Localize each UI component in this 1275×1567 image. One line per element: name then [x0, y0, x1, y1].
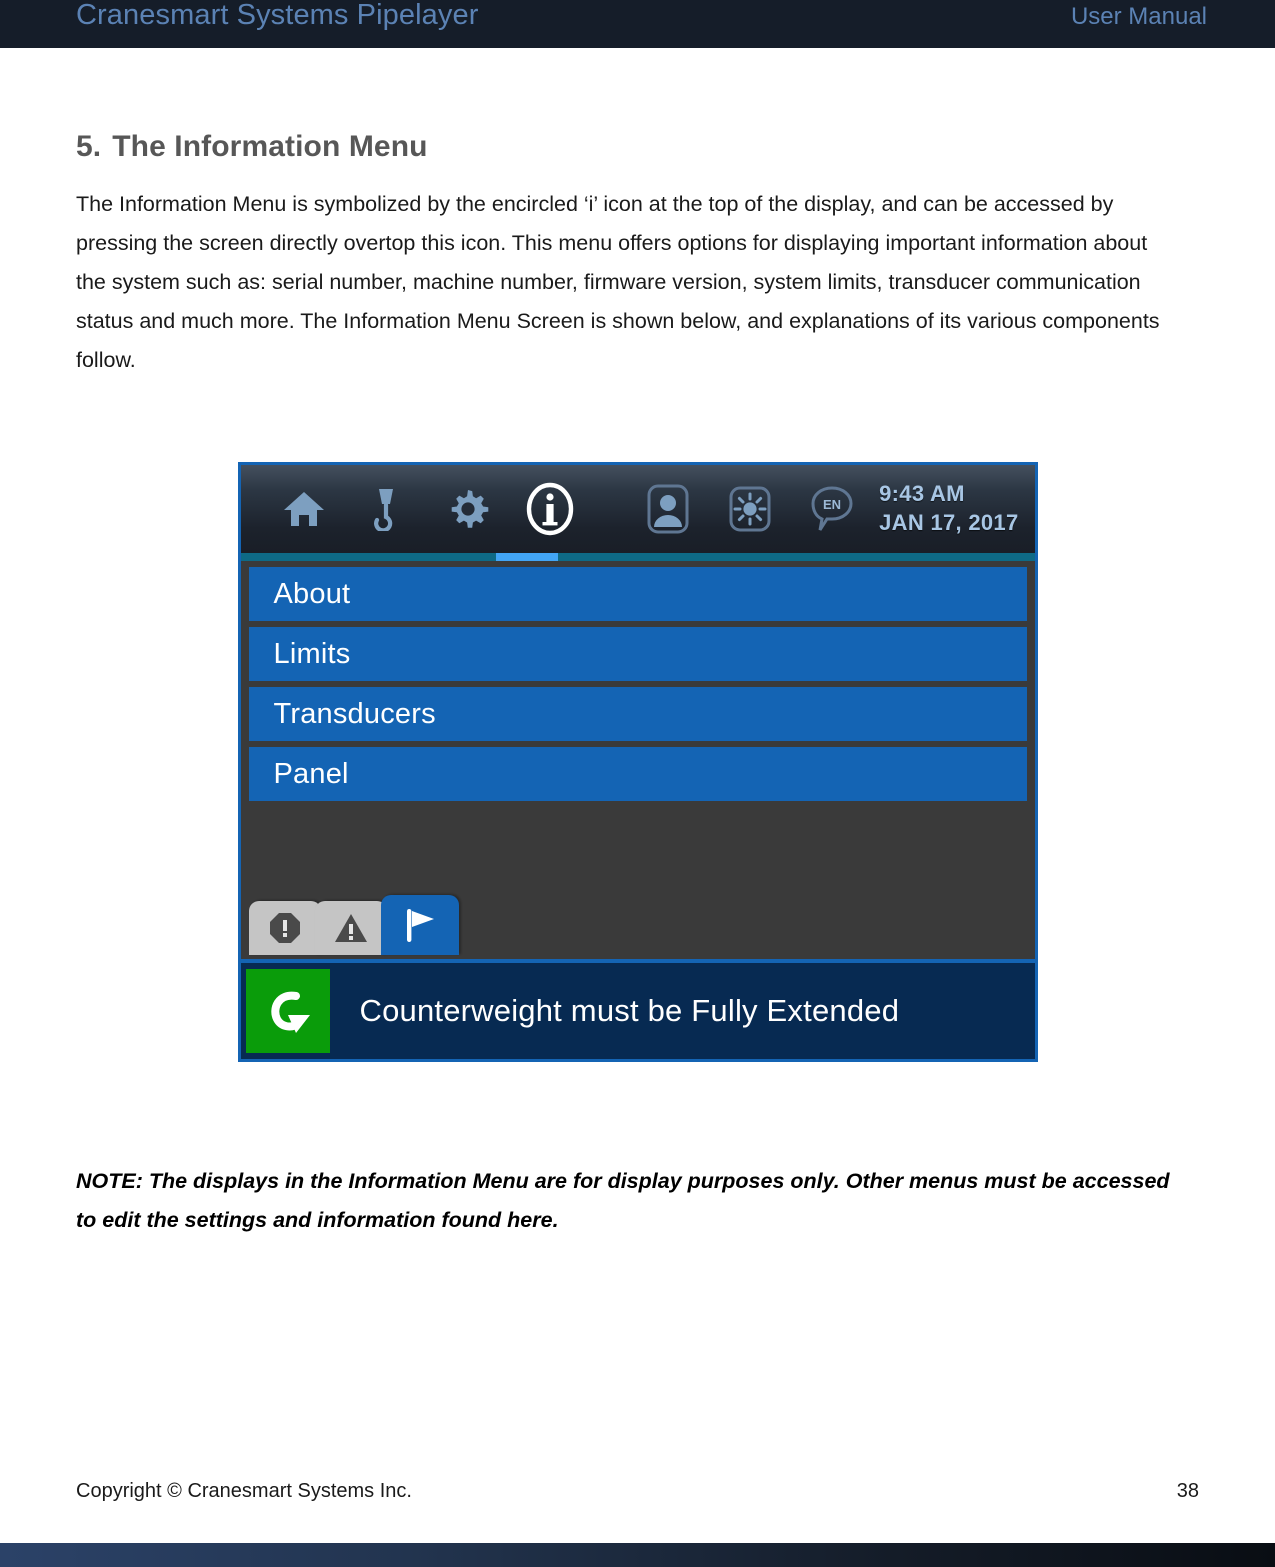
- active-tab-indicator: [495, 553, 558, 561]
- status-message: Counterweight must be Fully Extended: [359, 993, 900, 1028]
- device-toolbar: EN 9:43 AM JAN 17, 2017: [240, 465, 1035, 553]
- section-heading-text: The Information Menu: [112, 130, 428, 163]
- device-screenshot-figure: EN 9:43 AM JAN 17, 2017 About Limits Tra…: [0, 462, 1275, 1062]
- section-number: 5.: [76, 130, 102, 163]
- rotate-arrow-icon: [245, 969, 330, 1053]
- page-title: 5. The Information Menu: [76, 130, 1275, 164]
- octagon-exclamation-icon: [269, 913, 300, 943]
- home-icon[interactable]: [275, 480, 333, 538]
- menu-item-label: About: [273, 577, 351, 610]
- menu-item-label: Transducers: [273, 697, 436, 730]
- device-screen: EN 9:43 AM JAN 17, 2017 About Limits Tra…: [237, 462, 1038, 1062]
- menu-item-label: Limits: [273, 637, 351, 670]
- toolbar-time: 9:43 AM: [879, 481, 965, 506]
- header-doc-type: User Manual: [1070, 3, 1207, 30]
- user-icon[interactable]: [639, 480, 697, 538]
- triangle-exclamation-icon: [334, 914, 367, 942]
- document-footer: Copyright © Cranesmart Systems Inc. 38: [0, 1480, 1275, 1503]
- section-paragraph: The Information Menu is symbolized by th…: [76, 192, 1160, 372]
- flag-icon: [406, 909, 434, 942]
- device-tab-strip: [248, 895, 459, 955]
- gear-icon[interactable]: [439, 480, 497, 538]
- menu-item-about[interactable]: About: [248, 567, 1027, 621]
- device-status-bar: Counterweight must be Fully Extended: [240, 959, 1035, 1059]
- menu-item-limits[interactable]: Limits: [248, 627, 1027, 681]
- manual-page: Cranesmart Systems Pipelayer User Manual…: [0, 0, 1275, 1567]
- information-menu-list: About Limits Transducers Panel: [240, 561, 1035, 801]
- toolbar-datetime: 9:43 AM JAN 17, 2017: [879, 479, 1018, 537]
- language-bubble-icon[interactable]: EN: [803, 480, 861, 538]
- header-product-title: Cranesmart Systems Pipelayer: [76, 0, 479, 31]
- page-content: 5. The Information Menu The Information M…: [0, 48, 1275, 1240]
- note-paragraph: NOTE: The displays in the Information Me…: [76, 1169, 1170, 1232]
- warning-tab[interactable]: [314, 901, 387, 955]
- toolbar-accent-strip: [240, 553, 1035, 561]
- copyright-text: Copyright © Cranesmart Systems Inc.: [76, 1480, 412, 1502]
- toolbar-date: JAN 17, 2017: [879, 510, 1019, 535]
- hook-icon[interactable]: [357, 480, 415, 538]
- footer-accent-bar: [0, 1543, 1275, 1567]
- info-circle-icon[interactable]: [521, 480, 579, 538]
- alarm-tab[interactable]: [248, 901, 321, 955]
- brightness-icon[interactable]: [721, 480, 779, 538]
- menu-item-transducers[interactable]: Transducers: [248, 687, 1027, 741]
- menu-item-panel[interactable]: Panel: [248, 747, 1027, 801]
- svg-text:EN: EN: [822, 497, 840, 512]
- page-number: 38: [1176, 1480, 1199, 1502]
- flag-tab[interactable]: [380, 895, 459, 955]
- document-header: Cranesmart Systems Pipelayer User Manual: [0, 0, 1275, 48]
- menu-item-label: Panel: [273, 757, 349, 790]
